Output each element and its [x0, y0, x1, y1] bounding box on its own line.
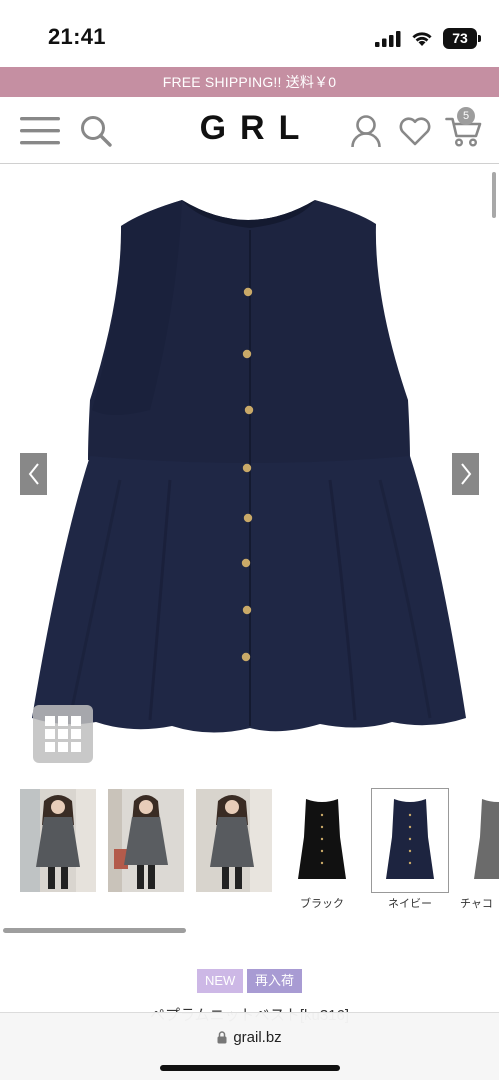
heart-icon: [399, 116, 431, 145]
cellular-signal-icon: [375, 30, 401, 47]
site-header: GRL 5: [0, 97, 499, 164]
next-image-button[interactable]: [452, 453, 479, 495]
battery-indicator: 73: [443, 28, 481, 49]
thumbnail-color-navy[interactable]: [371, 788, 449, 893]
prev-image-button[interactable]: [20, 453, 47, 495]
thumbnail-model-2[interactable]: [108, 789, 184, 892]
thumbnail-label-charcoal: チャコ: [460, 898, 493, 910]
wifi-icon: [412, 32, 432, 46]
address-bar[interactable]: grail.bz: [0, 1029, 499, 1046]
favorites-button[interactable]: [396, 97, 434, 164]
status-bar: 21:41 73: [0, 0, 499, 66]
thumbnail-scrollbar[interactable]: [3, 928, 186, 933]
home-indicator: [160, 1065, 340, 1071]
cart-count-badge: 5: [457, 107, 475, 125]
gallery-grid-button[interactable]: [33, 705, 93, 763]
thumbnail-label-navy: ネイビー: [388, 898, 432, 910]
thumbnail-model-3[interactable]: [196, 789, 272, 892]
status-time: 21:41: [48, 24, 106, 49]
browser-bottom-bar: grail.bz: [0, 1012, 499, 1080]
new-badge: NEW: [197, 969, 244, 993]
thumbnail-label-black: ブラック: [300, 898, 344, 910]
main-product-image[interactable]: [0, 170, 499, 770]
thumbnail-model-1[interactable]: [20, 789, 96, 892]
cart-button[interactable]: 5: [442, 97, 486, 164]
account-icon: [351, 114, 381, 147]
chevron-right-icon: [460, 463, 471, 485]
thumbnail-strip: ブラック ネイビー チャコ: [20, 788, 499, 914]
page: 21:41 73 FREE SHIPPING!! 送料￥0 GRL 5 ブラック…: [0, 0, 499, 1080]
lock-icon: [217, 1031, 227, 1044]
url-text: grail.bz: [233, 1029, 282, 1046]
grid-icon: [45, 716, 81, 752]
free-shipping-banner[interactable]: FREE SHIPPING!! 送料￥0: [0, 67, 499, 97]
restock-badge: 再入荷: [247, 969, 303, 993]
status-icons: 73: [375, 28, 481, 49]
chevron-left-icon: [28, 463, 39, 485]
thumbnail-color-black[interactable]: [284, 789, 360, 892]
account-button[interactable]: [348, 97, 384, 164]
thumbnail-color-charcoal[interactable]: [460, 789, 499, 892]
